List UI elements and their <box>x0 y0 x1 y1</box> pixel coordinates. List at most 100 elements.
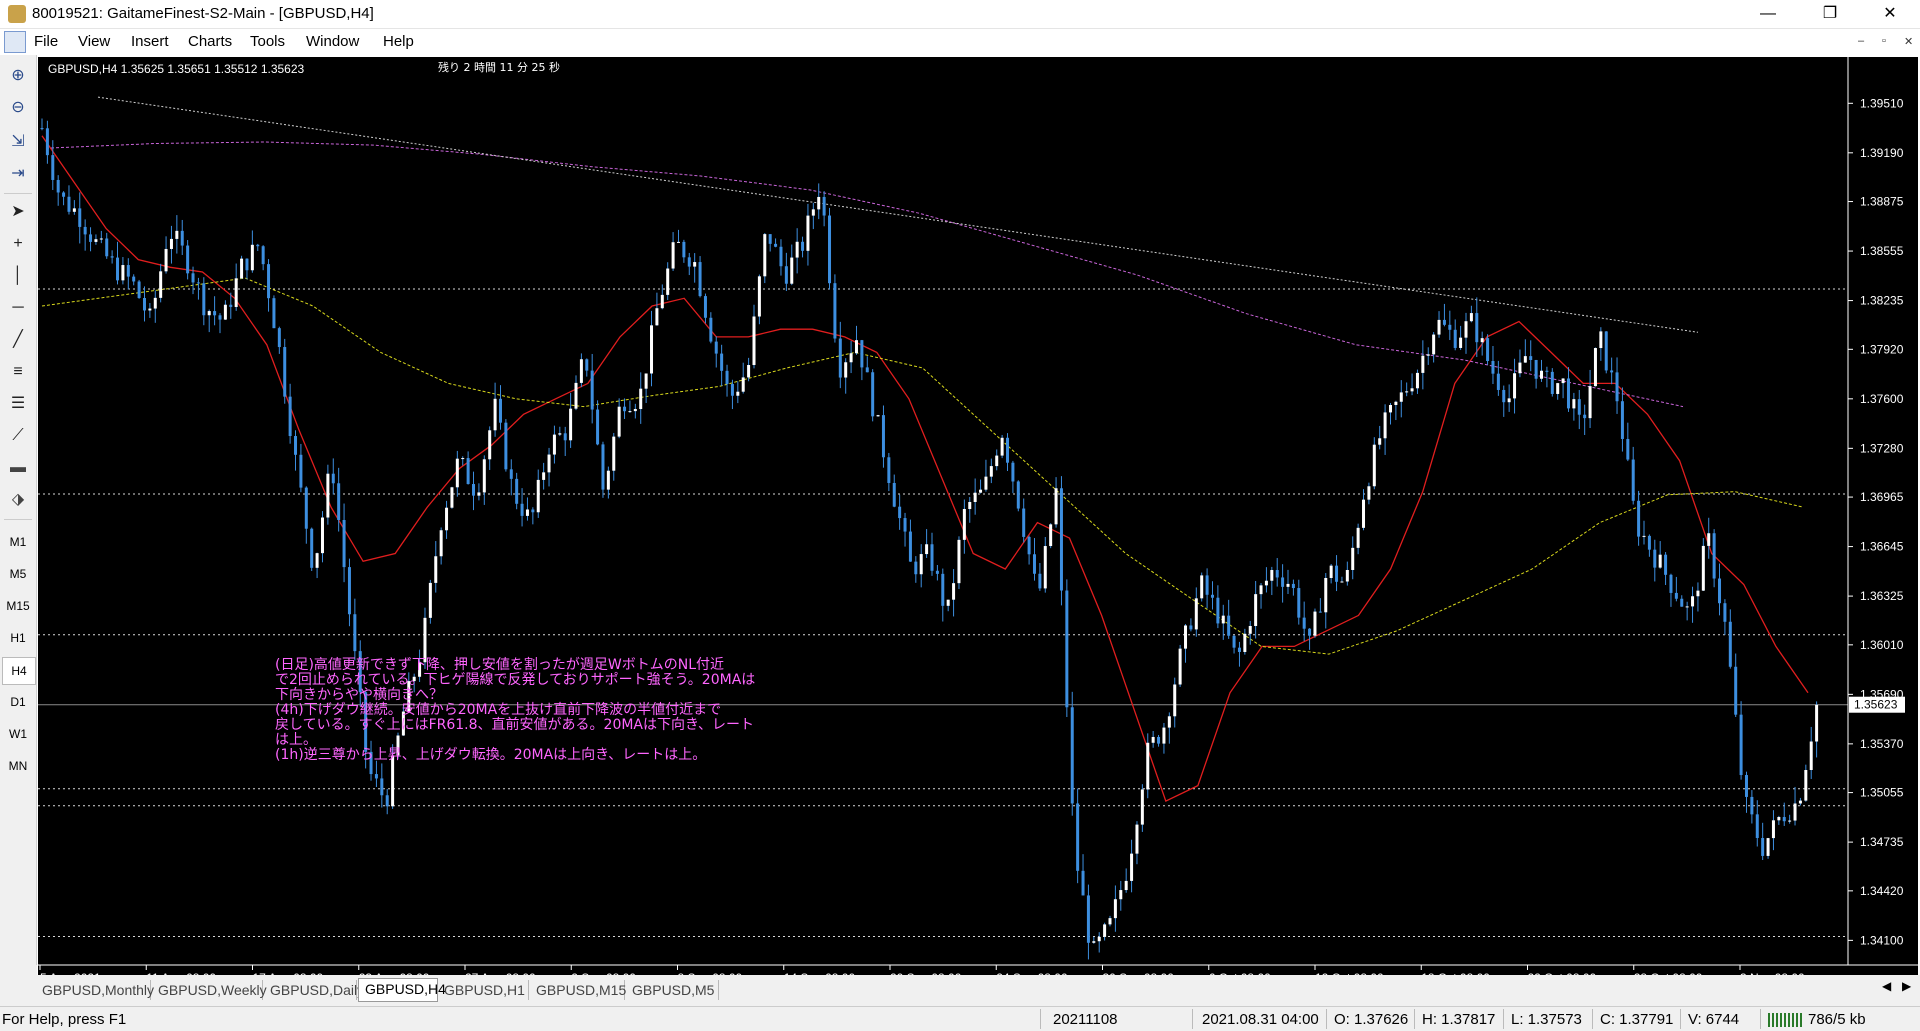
channel-icon[interactable]: ≡ <box>4 359 32 385</box>
candle-body <box>1059 488 1063 591</box>
candle-body <box>952 583 956 600</box>
candle-body <box>1712 533 1716 579</box>
candle-body <box>844 362 848 378</box>
cursor-icon[interactable]: ➤ <box>4 199 32 225</box>
menu-file[interactable]: File <box>34 33 58 50</box>
menu-insert[interactable]: Insert <box>131 33 169 50</box>
menu-help[interactable]: Help <box>383 33 414 50</box>
chart-window-icon[interactable] <box>4 31 26 53</box>
timeframe-d1[interactable]: D1 <box>2 689 34 715</box>
price-tick-label: 1.35370 <box>1860 737 1904 751</box>
candle-body <box>1815 704 1819 742</box>
candle-body <box>1200 575 1204 599</box>
minimize-button[interactable]: — <box>1738 0 1798 28</box>
mdi-close-button[interactable]: ✕ <box>1904 35 1913 48</box>
tab-scroll-right-icon[interactable]: ▶ <box>1902 979 1911 993</box>
candle-body <box>159 271 163 298</box>
trendline-icon[interactable]: ╱ <box>4 327 32 353</box>
shapes-icon[interactable]: ⬗ <box>4 487 32 513</box>
candle-body <box>45 128 49 156</box>
restore-button[interactable]: ❐ <box>1800 0 1860 28</box>
candle-body <box>186 245 190 274</box>
zoom-in-icon[interactable]: ⊕ <box>4 63 32 89</box>
tab-gbpusd-h1[interactable]: GBPUSD,H1 <box>438 980 529 1000</box>
chart-canvas[interactable]: 1.39510 1.39190 1.38875 1.38555 1.38235 1.379… <box>38 57 1918 985</box>
rectangle-icon[interactable]: ▬ <box>4 455 32 481</box>
candle-body <box>590 370 594 410</box>
candle-body <box>1173 684 1177 717</box>
candle-body <box>774 243 778 247</box>
candle-body <box>1318 611 1322 613</box>
tab-gbpusd-monthly[interactable]: GBPUSD,Monthly <box>36 980 154 1000</box>
tab-gbpusd-m15[interactable]: GBPUSD,M15 <box>530 980 626 1000</box>
candle-body <box>763 234 767 277</box>
candle-body <box>1362 499 1366 528</box>
menu-charts[interactable]: Charts <box>188 33 232 50</box>
vertical-line-icon[interactable]: │ <box>4 263 32 289</box>
candle-body <box>1221 615 1225 624</box>
tab-gbpusd-weekly[interactable]: GBPUSD,Weekly <box>152 980 267 1000</box>
symbol-info: GBPUSD,H4 1.35625 1.35651 1.35512 1.3562… <box>48 62 305 76</box>
candle-body <box>1415 372 1419 389</box>
menu-window[interactable]: Window <box>306 33 359 50</box>
candle-body <box>1275 570 1279 578</box>
candle-body <box>1604 331 1608 371</box>
chart-shift-icon[interactable]: ⇲ <box>4 129 32 155</box>
timeframe-m1[interactable]: M1 <box>2 529 34 555</box>
tab-gbpusd-daily[interactable]: GBPUSD,Daily <box>264 980 364 1000</box>
candle-body <box>488 430 492 460</box>
time-tick-label: 18 Oct 08:00 <box>1421 971 1490 975</box>
candle-body <box>1140 789 1144 825</box>
candle-body <box>779 246 783 267</box>
candle-body <box>72 208 76 212</box>
tab-scroll-left-icon[interactable]: ◀ <box>1882 979 1891 993</box>
candle-body <box>633 409 637 412</box>
chart-annotation[interactable]: (日足)高値更新できず下降、押し安値を割ったが週足WボトムのNL付近で2回止めら… <box>275 656 755 763</box>
candle-body <box>1448 324 1452 330</box>
candle-body <box>1086 895 1090 943</box>
candle-body <box>1529 356 1533 360</box>
candle-body <box>617 406 621 437</box>
mdi-minimize-button[interactable]: – <box>1858 35 1864 47</box>
time-tick-label: 5 Aug 2021 <box>40 971 101 975</box>
candle-body <box>1750 796 1754 815</box>
menu-bar: File View Insert Charts Tools Window Hel… <box>0 29 1920 55</box>
candle-body <box>757 276 761 317</box>
tab-gbpusd-h4[interactable]: GBPUSD,H4 <box>358 978 446 1002</box>
menu-tools[interactable]: Tools <box>250 33 285 50</box>
candle-body <box>331 473 335 484</box>
timeframe-h4[interactable]: H4 <box>2 657 36 685</box>
fibonacci-icon[interactable]: ☰ <box>4 391 32 417</box>
candle-body <box>655 308 659 326</box>
price-chart[interactable]: 1.39510 1.39190 1.38875 1.38555 1.38235 1.379… <box>38 57 1918 985</box>
crosshair-icon[interactable]: + <box>4 231 32 257</box>
timeframe-m5[interactable]: M5 <box>2 561 34 587</box>
time-tick-label: 3 Nov 08:00 <box>1740 971 1805 975</box>
autoscroll-icon[interactable]: ⇥ <box>4 161 32 187</box>
zoom-out-icon[interactable]: ⊖ <box>4 95 32 121</box>
candle-body <box>380 778 384 796</box>
fibo-fan-icon[interactable]: ⟋ <box>4 423 32 449</box>
candle-body <box>342 519 346 568</box>
candle-body <box>1626 438 1630 460</box>
horizontal-line-icon[interactable]: ─ <box>4 295 32 321</box>
candle-body <box>445 507 449 531</box>
close-button[interactable]: ✕ <box>1860 0 1920 28</box>
candle-body <box>213 311 217 316</box>
menu-view[interactable]: View <box>78 33 110 50</box>
candle-body <box>671 242 675 269</box>
timeframe-h1[interactable]: H1 <box>2 625 34 651</box>
price-tick-label: 1.37280 <box>1860 441 1904 455</box>
candle-body <box>94 239 98 242</box>
tab-gbpusd-m5[interactable]: GBPUSD,M5 <box>626 980 719 1000</box>
price-tick-label: 1.37920 <box>1860 342 1904 356</box>
timeframe-w1[interactable]: W1 <box>2 721 34 747</box>
candle-body <box>1755 814 1759 838</box>
timeframe-m15[interactable]: M15 <box>2 593 34 619</box>
candle-body <box>1718 578 1722 604</box>
mdi-restore-button[interactable]: ▫ <box>1882 35 1886 47</box>
candle-body <box>299 454 303 488</box>
candle-body <box>132 276 136 282</box>
candle-body <box>1734 666 1738 715</box>
timeframe-mn[interactable]: MN <box>2 753 34 779</box>
